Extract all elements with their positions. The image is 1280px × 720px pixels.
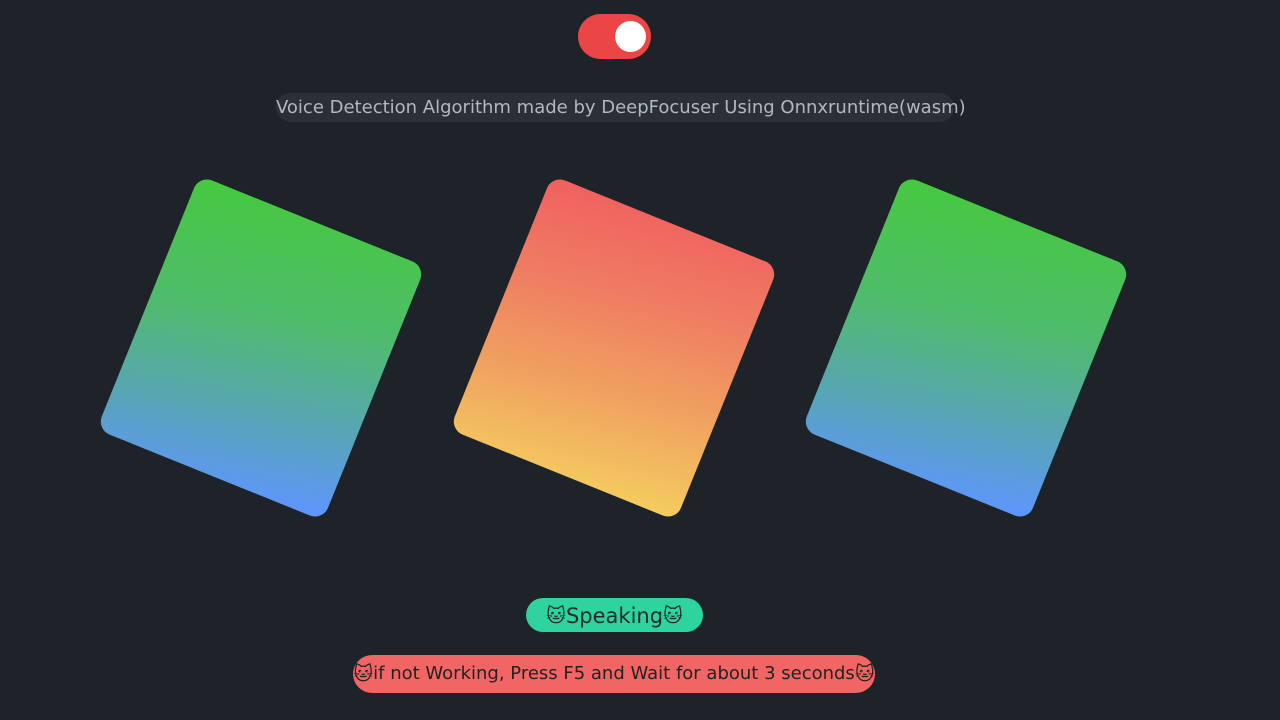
indicator-square-left [96, 175, 426, 521]
voice-detection-toggle[interactable] [578, 14, 651, 59]
status-label: Speaking [565, 604, 664, 628]
indicator-square-right [801, 175, 1131, 521]
app-stage: Voice Detection Algorithm made by DeepFo… [0, 0, 1280, 720]
reload-hint: 🐱if not Working, Press F5 and Wait for a… [353, 655, 875, 693]
cat-face-icon: 🐱 [663, 604, 683, 627]
indicator-square-center [449, 175, 779, 521]
hint-text: if not Working, Press F5 and Wait for ab… [373, 663, 855, 684]
toggle-knob[interactable] [615, 21, 646, 52]
speaking-status-badge: 🐱Speaking🐱 [526, 598, 703, 632]
cat-face-icon: 🐱 [854, 662, 875, 685]
page-subtitle: Voice Detection Algorithm made by DeepFo… [276, 93, 966, 122]
cat-face-icon: 🐱 [353, 662, 374, 685]
cat-face-icon: 🐱 [546, 604, 566, 627]
